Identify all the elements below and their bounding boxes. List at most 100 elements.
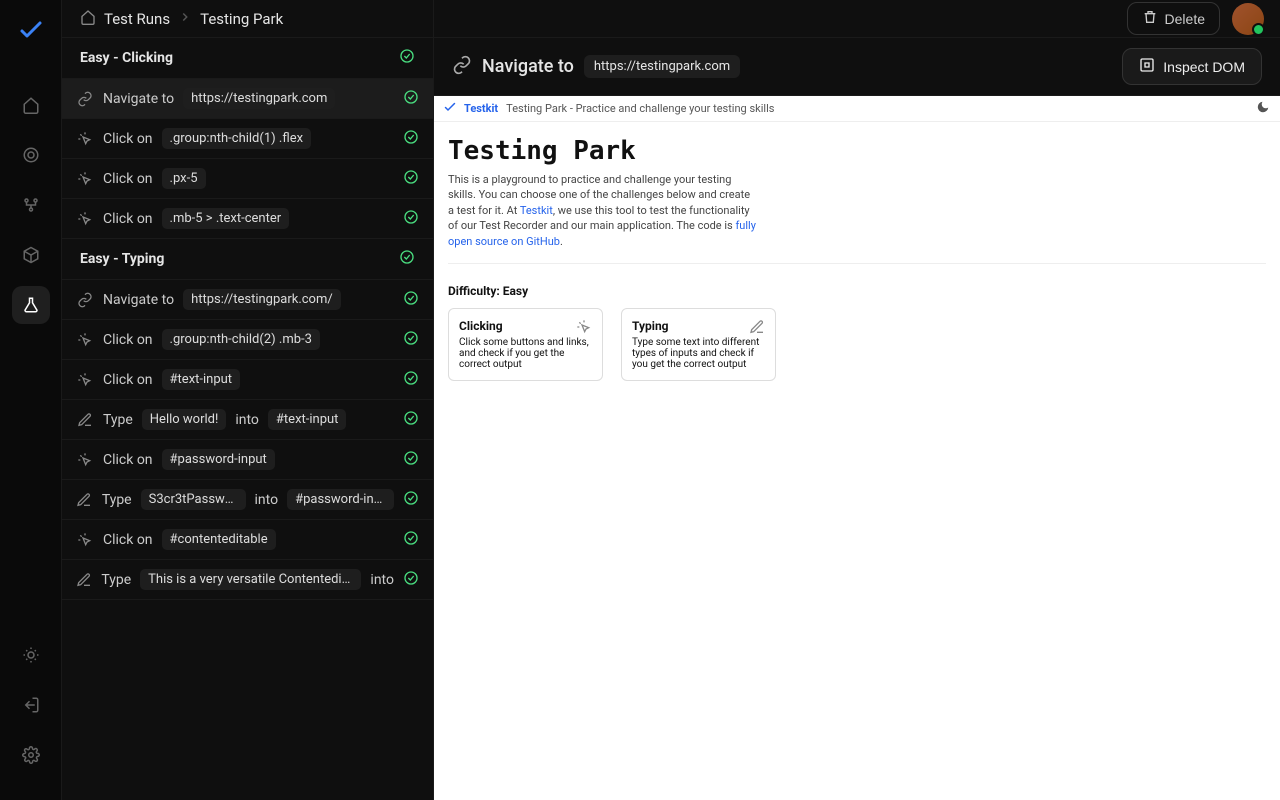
nav-box-icon[interactable]: [12, 236, 50, 274]
delete-button-label: Delete: [1165, 11, 1205, 27]
type-icon: [76, 412, 94, 428]
step-arg: https://testingpark.com/: [183, 289, 341, 310]
step-row[interactable]: Navigate to https://testingpark.com: [62, 79, 433, 119]
checkmark-icon: [444, 101, 456, 116]
step-arg: #contenteditable: [162, 529, 276, 550]
preview-brand: Testkit: [464, 102, 498, 115]
click-icon: [76, 452, 94, 468]
inspect-dom-label: Inspect DOM: [1163, 59, 1245, 75]
click-icon: [76, 211, 94, 227]
preview-description: This is a playground to practice and cha…: [448, 172, 758, 249]
check-icon: [403, 290, 419, 310]
delete-button[interactable]: Delete: [1127, 2, 1220, 35]
step-arg: #text-input: [162, 369, 241, 390]
click-icon: [76, 532, 94, 548]
step-verb: Click on: [103, 131, 153, 147]
check-icon: [399, 249, 415, 269]
check-icon: [403, 570, 419, 590]
check-icon: [403, 129, 419, 149]
step-row[interactable]: Click on .px-5: [62, 159, 433, 199]
step-row[interactable]: TypeThis is a very versatile Contentedit…: [62, 560, 433, 600]
steps-list: Easy - Clicking Navigate to https://testin…: [62, 38, 433, 800]
step-row[interactable]: Click on.group:nth-child(2) .mb-3: [62, 320, 433, 360]
check-icon: [403, 450, 419, 470]
step-arg: Hello world!: [142, 409, 227, 430]
card-desc: Type some text into different types of i…: [632, 337, 765, 370]
click-icon: [76, 372, 94, 388]
nav-target-icon[interactable]: [12, 136, 50, 174]
step-group-header[interactable]: Easy - Clicking: [62, 38, 433, 79]
divider: [448, 263, 1266, 264]
step-verb: Click on: [103, 171, 153, 187]
step-arg: .group:nth-child(2) .mb-3: [162, 329, 320, 350]
type-icon: [76, 572, 92, 588]
challenge-card[interactable]: Typing Type some text into different type…: [621, 308, 776, 381]
step-arg: #password-input: [162, 449, 275, 470]
step-row[interactable]: Click on.mb-5 > .text-center: [62, 199, 433, 239]
step-arg: https://testingpark.com: [183, 88, 335, 109]
nav-flask-icon[interactable]: [12, 286, 50, 324]
step-group-title: Easy - Clicking: [80, 50, 173, 66]
step-verb: Click on: [103, 532, 153, 548]
check-icon: [403, 490, 419, 510]
current-step-url: https://testingpark.com: [584, 55, 740, 78]
nav-settings-icon[interactable]: [12, 736, 50, 774]
chevron-right-icon: [178, 10, 192, 28]
challenge-card[interactable]: ClickingClick some buttons and links, an…: [448, 308, 603, 381]
step-verb: Navigate to: [103, 91, 174, 107]
step-arg: This is a very versatile Contenteditable…: [140, 569, 361, 590]
step-row[interactable]: Click on .group:nth-child(1) .flex: [62, 119, 433, 159]
step-verb: Click on: [103, 211, 153, 227]
check-icon: [403, 169, 419, 189]
step-group-header[interactable]: Easy - Typing: [62, 239, 433, 280]
check-icon: [403, 89, 419, 109]
check-icon: [403, 530, 419, 550]
page-preview: Testkit Testing Park - Practice and chal…: [434, 96, 1280, 800]
step-row[interactable]: Click on #contenteditable: [62, 520, 433, 560]
current-step-verb: Navigate to: [482, 56, 574, 77]
dark-mode-icon[interactable]: [1256, 100, 1270, 117]
check-icon: [403, 330, 419, 350]
difficulty-label: Difficulty: Easy: [448, 284, 1266, 298]
step-arg: .px-5: [162, 168, 206, 189]
avatar[interactable]: [1232, 3, 1264, 35]
nav-branch-icon[interactable]: [12, 186, 50, 224]
preview-h1: Testing Park: [448, 136, 1266, 166]
nav-theme-icon[interactable]: [12, 636, 50, 674]
preview-link-testkit[interactable]: Testkit: [520, 204, 553, 217]
nav-icon: [76, 292, 94, 308]
click-icon: [576, 319, 592, 338]
click-icon: [76, 131, 94, 147]
steps-panel: Test Runs Testing Park Easy - Clicking Na…: [62, 0, 434, 800]
step-row[interactable]: Click on #password-input: [62, 440, 433, 480]
nav-logout-icon[interactable]: [12, 686, 50, 724]
breadcrumb: Test Runs Testing Park: [62, 0, 433, 38]
challenge-cards: ClickingClick some buttons and links, an…: [448, 308, 1266, 381]
step-row[interactable]: Click on #text-input: [62, 360, 433, 400]
trash-icon: [1142, 9, 1158, 28]
click-icon: [76, 171, 94, 187]
inspect-icon: [1139, 57, 1155, 76]
card-title: Clicking: [459, 319, 592, 333]
step-verb: Navigate to: [103, 292, 174, 308]
step-row[interactable]: TypeS3cr3tPassw0rdinto#password-input: [62, 480, 433, 520]
preview-desc-tail: .: [560, 235, 563, 248]
app-logo: [19, 18, 43, 46]
check-icon: [403, 410, 419, 430]
step-into-target: #text-input: [268, 409, 347, 430]
step-row[interactable]: TypeHello world!into#text-input: [62, 400, 433, 440]
step-into-label: into: [370, 572, 394, 588]
inspect-dom-button[interactable]: Inspect DOM: [1122, 48, 1262, 85]
home-icon[interactable]: [80, 9, 96, 29]
step-arg: .group:nth-child(1) .flex: [162, 128, 312, 149]
current-step-bar: Navigate to https://testingpark.com Insp…: [434, 38, 1280, 96]
breadcrumb-root[interactable]: Test Runs: [104, 10, 170, 28]
step-row[interactable]: Navigate to https://testingpark.com/: [62, 280, 433, 320]
check-icon: [403, 370, 419, 390]
step-verb: Click on: [103, 372, 153, 388]
card-title: Typing: [632, 319, 765, 333]
check-icon: [399, 48, 415, 68]
step-verb: Click on: [103, 452, 153, 468]
nav-home-icon[interactable]: [12, 86, 50, 124]
type-icon: [76, 492, 93, 508]
